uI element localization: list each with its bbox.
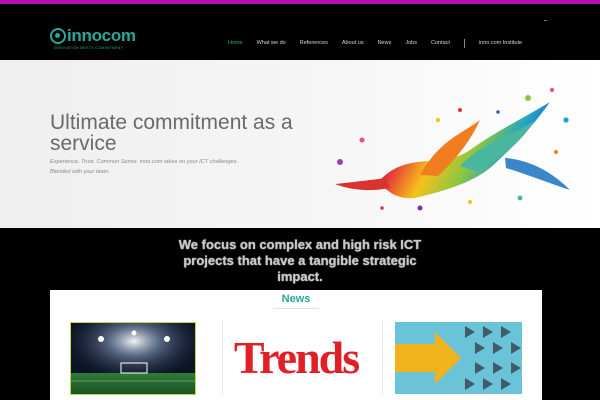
news-heading: News [281,293,311,305]
hero-section: Ultimate commitment as a service Experie… [0,60,600,228]
nav-jobs[interactable]: Jobs [405,39,417,47]
hero-subtitle: Experience. Trust. Common Sense. inno.co… [50,159,238,175]
news-heading-underline [273,308,319,309]
focus-statement: We focus on complex and high risk ICT pr… [178,237,422,284]
nav-home[interactable]: Home [228,39,243,47]
nav-what-we-do[interactable]: What we do [257,39,286,47]
logo-name: innocom [67,26,136,45]
news-divider-2 [382,320,383,395]
news-item-trends-logo[interactable]: Trends [230,330,362,386]
stadium-image [71,323,195,394]
nav-institute[interactable]: inno.com Institute [479,39,522,47]
nav-about-us[interactable]: About us [342,39,364,47]
trends-logo: Trends [233,332,360,383]
focus-band: We focus on complex and high risk ICT pr… [0,228,600,290]
nav-contact[interactable]: Contact [431,39,450,47]
nav-references[interactable]: References [300,39,328,47]
site-header: innocom INNOVATION MEETS COMMITMENT Home… [0,4,600,60]
news-item-stadium-image[interactable] [70,322,196,395]
paint-splash-image [335,88,570,211]
main-nav: Home What we do References About us News… [228,38,536,48]
arrows-image [395,322,522,394]
nav-news[interactable]: News [378,39,392,47]
news-divider-1 [222,320,223,395]
header-divider [544,20,547,21]
logo-tagline: INNOVATION MEETS COMMITMENT [54,46,124,50]
news-item-arrows-image[interactable] [395,322,522,394]
innocom-logo[interactable]: innocom INNOVATION MEETS COMMITMENT [50,26,140,56]
hero-title: Ultimate commitment as a service [50,111,293,155]
news-section: News Trends [50,290,542,400]
logo-mark-icon [50,28,66,44]
nav-separator [463,38,465,48]
